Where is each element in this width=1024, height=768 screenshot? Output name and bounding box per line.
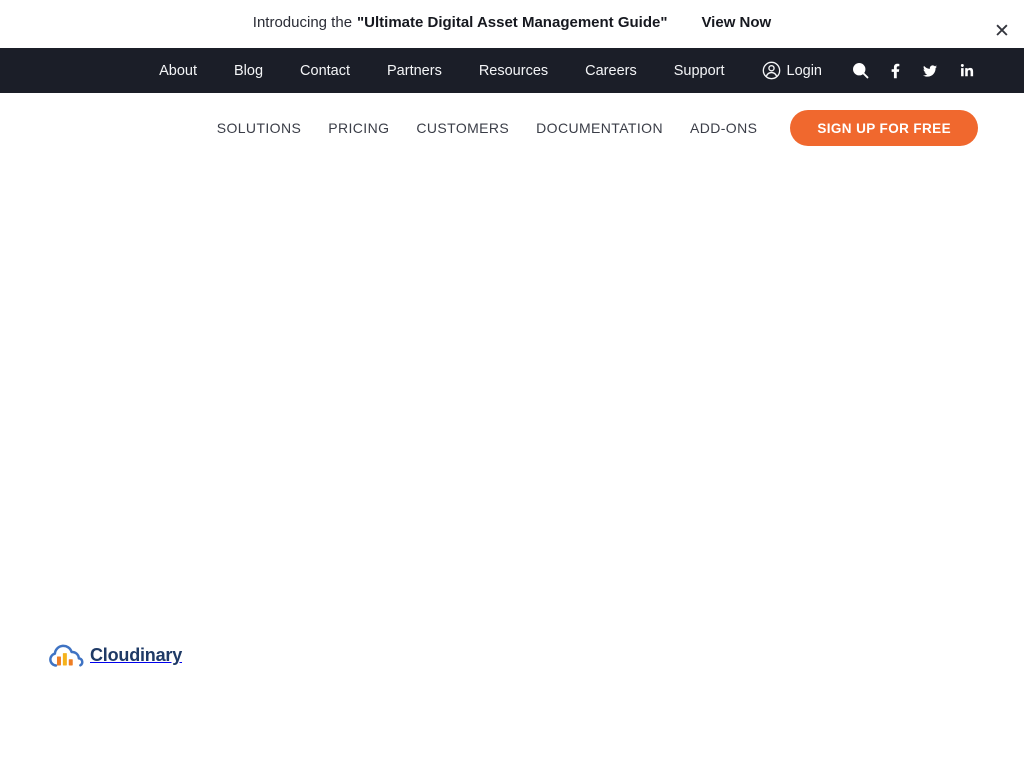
nav-item-contact[interactable]: Contact bbox=[300, 63, 350, 79]
cloud-bars-icon bbox=[47, 640, 85, 671]
nav-item-support[interactable]: Support bbox=[674, 63, 725, 79]
linkedin-icon[interactable] bbox=[960, 64, 974, 78]
close-icon[interactable]: ✕ bbox=[990, 20, 1014, 44]
nav-item-solutions[interactable]: SOLUTIONS bbox=[217, 120, 302, 136]
cloudinary-logo[interactable]: Cloudinary bbox=[47, 640, 182, 671]
nav-item-careers[interactable]: Careers bbox=[585, 63, 637, 79]
nav-item-pricing[interactable]: PRICING bbox=[328, 120, 389, 136]
view-now-link[interactable]: View Now bbox=[701, 14, 771, 31]
main-content: Cloudinary bbox=[0, 163, 1024, 768]
facebook-icon[interactable] bbox=[891, 63, 900, 79]
nav-item-blog[interactable]: Blog bbox=[234, 63, 263, 79]
logo-text: Cloudinary bbox=[90, 645, 182, 666]
announcement-highlight: "Ultimate Digital Asset Management Guide… bbox=[357, 14, 667, 31]
nav-item-documentation[interactable]: DOCUMENTATION bbox=[536, 120, 663, 136]
sign-up-button[interactable]: SIGN UP FOR FREE bbox=[790, 110, 978, 146]
user-circle-icon bbox=[762, 61, 781, 80]
login-link[interactable]: Login bbox=[762, 61, 822, 80]
announcement-message: Introducing the "Ultimate Digital Asset … bbox=[253, 14, 771, 31]
nav-item-about[interactable]: About bbox=[159, 63, 197, 79]
top-navbar: About Blog Contact Partners Resources Ca… bbox=[0, 48, 1024, 93]
main-navbar: SOLUTIONS PRICING CUSTOMERS DOCUMENTATIO… bbox=[0, 93, 1024, 163]
login-label: Login bbox=[787, 63, 822, 79]
nav-item-partners[interactable]: Partners bbox=[387, 63, 442, 79]
nav-item-resources[interactable]: Resources bbox=[479, 63, 548, 79]
twitter-icon[interactable] bbox=[922, 64, 938, 78]
announcement-bar: Introducing the "Ultimate Digital Asset … bbox=[0, 0, 1024, 48]
announcement-intro: Introducing the bbox=[253, 14, 352, 31]
social-icons bbox=[852, 62, 974, 79]
nav-item-add-ons[interactable]: ADD-ONS bbox=[690, 120, 757, 136]
nav-item-customers[interactable]: CUSTOMERS bbox=[416, 120, 509, 136]
search-icon[interactable] bbox=[852, 62, 869, 79]
